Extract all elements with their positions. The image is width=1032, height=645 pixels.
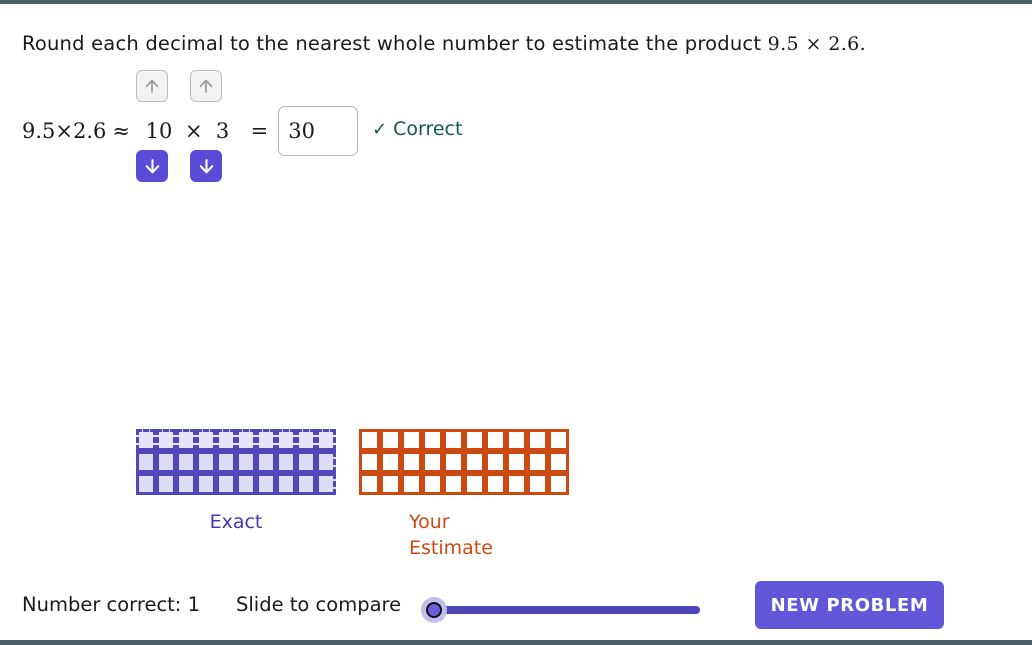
estimate-grid-cell — [422, 429, 443, 451]
estimate-grid-cell — [359, 473, 380, 495]
prompt-expression: 9.5 × 2.6. — [768, 33, 866, 55]
estimate-grid-cell — [527, 429, 548, 451]
exact-grid — [136, 429, 336, 495]
exact-grid-cell — [256, 429, 276, 451]
exact-expression: 9.5×2.6 — [22, 119, 106, 143]
exact-grid-cell — [236, 429, 256, 451]
slider-label: Slide to compare — [236, 593, 401, 616]
activity-frame: Round each decimal to the nearest whole … — [0, 0, 1032, 645]
estimation-equation: 9.5×2.6 ≈ 10 × 3 = — [22, 106, 358, 156]
times-sign: × — [185, 119, 203, 143]
exact-grid-cell — [136, 429, 156, 451]
estimate-grid-cell — [443, 429, 464, 451]
answer-feedback: ✓ Correct — [372, 118, 462, 140]
rounded-factor-1: 10 — [137, 119, 181, 143]
exact-grid-cell — [296, 451, 316, 473]
compare-slider[interactable] — [420, 597, 702, 623]
estimate-grid-cell — [485, 429, 506, 451]
approx-sign: ≈ — [112, 119, 130, 143]
round-up-factor-2-button[interactable] — [190, 70, 222, 102]
estimate-grid-cell — [548, 429, 569, 451]
estimate-grid-cell — [359, 451, 380, 473]
exact-grid-cell — [256, 451, 276, 473]
exact-grid-cell — [296, 429, 316, 451]
rounded-factor-2: 3 — [207, 119, 239, 143]
exact-grid-cell — [316, 429, 336, 451]
feedback-label: Correct — [393, 118, 462, 140]
estimate-grid-cell — [527, 473, 548, 495]
exact-grid-cell — [276, 451, 296, 473]
bottom-bar: Number correct: 1 Slide to compare NEW P… — [0, 579, 1032, 637]
estimate-grid-cell — [380, 429, 401, 451]
estimate-grid-cell — [443, 473, 464, 495]
exact-grid-cell — [296, 473, 316, 495]
exact-grid-cell — [236, 473, 256, 495]
exact-grid-cell — [216, 429, 236, 451]
problem-prompt: Round each decimal to the nearest whole … — [22, 32, 866, 55]
score-label: Number correct: 1 — [22, 593, 200, 616]
round-up-factor-1-button[interactable] — [136, 70, 168, 102]
estimate-grid-cell — [401, 473, 422, 495]
estimate-grid-cell — [380, 473, 401, 495]
exact-grid-cell — [236, 451, 256, 473]
exact-grid-cell — [136, 451, 156, 473]
estimate-grid-cell — [422, 451, 443, 473]
round-down-factor-1-button[interactable] — [136, 150, 168, 182]
answer-input[interactable] — [278, 106, 358, 156]
exact-grid-cell — [176, 429, 196, 451]
estimate-grid-cell — [548, 451, 569, 473]
exact-grid-block: Exact — [136, 429, 336, 535]
estimate-grid-cell — [464, 429, 485, 451]
exact-grid-cell — [316, 451, 336, 473]
exact-grid-label: Exact — [136, 509, 336, 535]
estimate-grid-cell — [506, 473, 527, 495]
estimate-grid-cell — [464, 473, 485, 495]
exact-grid-cell — [176, 451, 196, 473]
new-problem-button[interactable]: NEW PROBLEM — [755, 581, 944, 629]
exact-grid-cell — [156, 473, 176, 495]
exact-grid-cell — [196, 451, 216, 473]
equals-sign: = — [251, 119, 269, 143]
estimate-label-line-2: Estimate — [409, 535, 569, 561]
exact-grid-cell — [276, 473, 296, 495]
exact-grid-cell — [136, 473, 156, 495]
exact-grid-cell — [156, 451, 176, 473]
estimate-grid-cell — [359, 429, 380, 451]
estimate-label-line-1: Your — [409, 509, 569, 535]
exact-grid-cell — [276, 429, 296, 451]
estimate-grid-cell — [527, 451, 548, 473]
estimate-grid-cell — [443, 451, 464, 473]
comparison-grids: Exact Your Estimate — [0, 429, 1032, 569]
estimate-grid-cell — [485, 451, 506, 473]
exact-grid-cell — [256, 473, 276, 495]
exact-grid-cell — [196, 429, 216, 451]
estimate-grid-cell — [422, 473, 443, 495]
estimate-grid-cell — [401, 429, 422, 451]
exact-grid-cell — [216, 451, 236, 473]
slider-thumb[interactable] — [426, 602, 442, 618]
estimate-grid-cell — [506, 429, 527, 451]
estimate-grid — [359, 429, 569, 495]
exact-grid-cell — [316, 473, 336, 495]
estimate-grid-cell — [506, 451, 527, 473]
estimate-grid-cell — [548, 473, 569, 495]
slider-track[interactable] — [438, 606, 700, 614]
exact-grid-cell — [196, 473, 216, 495]
exact-grid-cell — [176, 473, 196, 495]
estimate-grid-block: Your Estimate — [359, 429, 569, 561]
estimate-grid-cell — [485, 473, 506, 495]
estimate-grid-cell — [464, 451, 485, 473]
prompt-text: Round each decimal to the nearest whole … — [22, 32, 768, 55]
estimate-grid-label: Your Estimate — [359, 509, 569, 561]
exact-grid-cell — [156, 429, 176, 451]
estimate-grid-cell — [401, 451, 422, 473]
checkmark-icon: ✓ — [372, 119, 387, 140]
exact-grid-cell — [216, 473, 236, 495]
estimate-grid-cell — [380, 451, 401, 473]
round-down-factor-2-button[interactable] — [190, 150, 222, 182]
